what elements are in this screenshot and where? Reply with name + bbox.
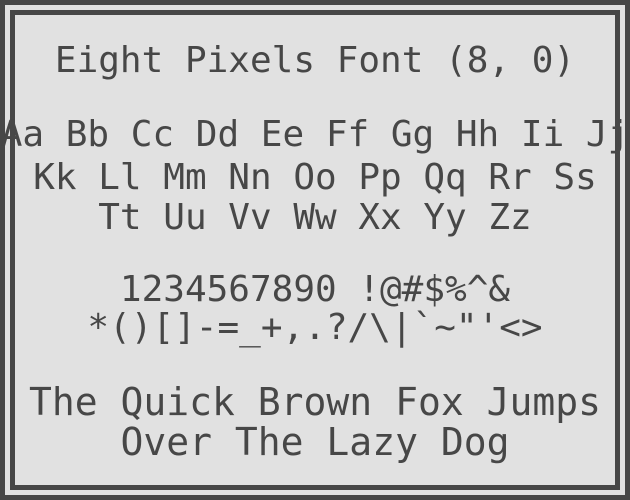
pangram-line-2: Over The Lazy Dog [120,420,510,464]
digits-symbols-line: 1234567890 !@#$%^& [119,269,511,310]
font-title: Eight Pixels Font (8, 0) [54,40,576,81]
punctuation-line: *()[]-=_+,.?/\|`~"'<> [87,307,543,348]
pangram-line-1: The Quick Brown Fox Jumps [29,380,601,424]
alphabet-line-2: Kk Ll Mm Nn Oo Pp Qq Rr Ss [33,157,597,198]
alphabet-line-1: Aa Bb Cc Dd Ee Ff Gg Hh Ii Jj [0,114,630,155]
alphabet-line-3: Tt Uu Vv Ww Xx Yy Zz [98,197,532,238]
